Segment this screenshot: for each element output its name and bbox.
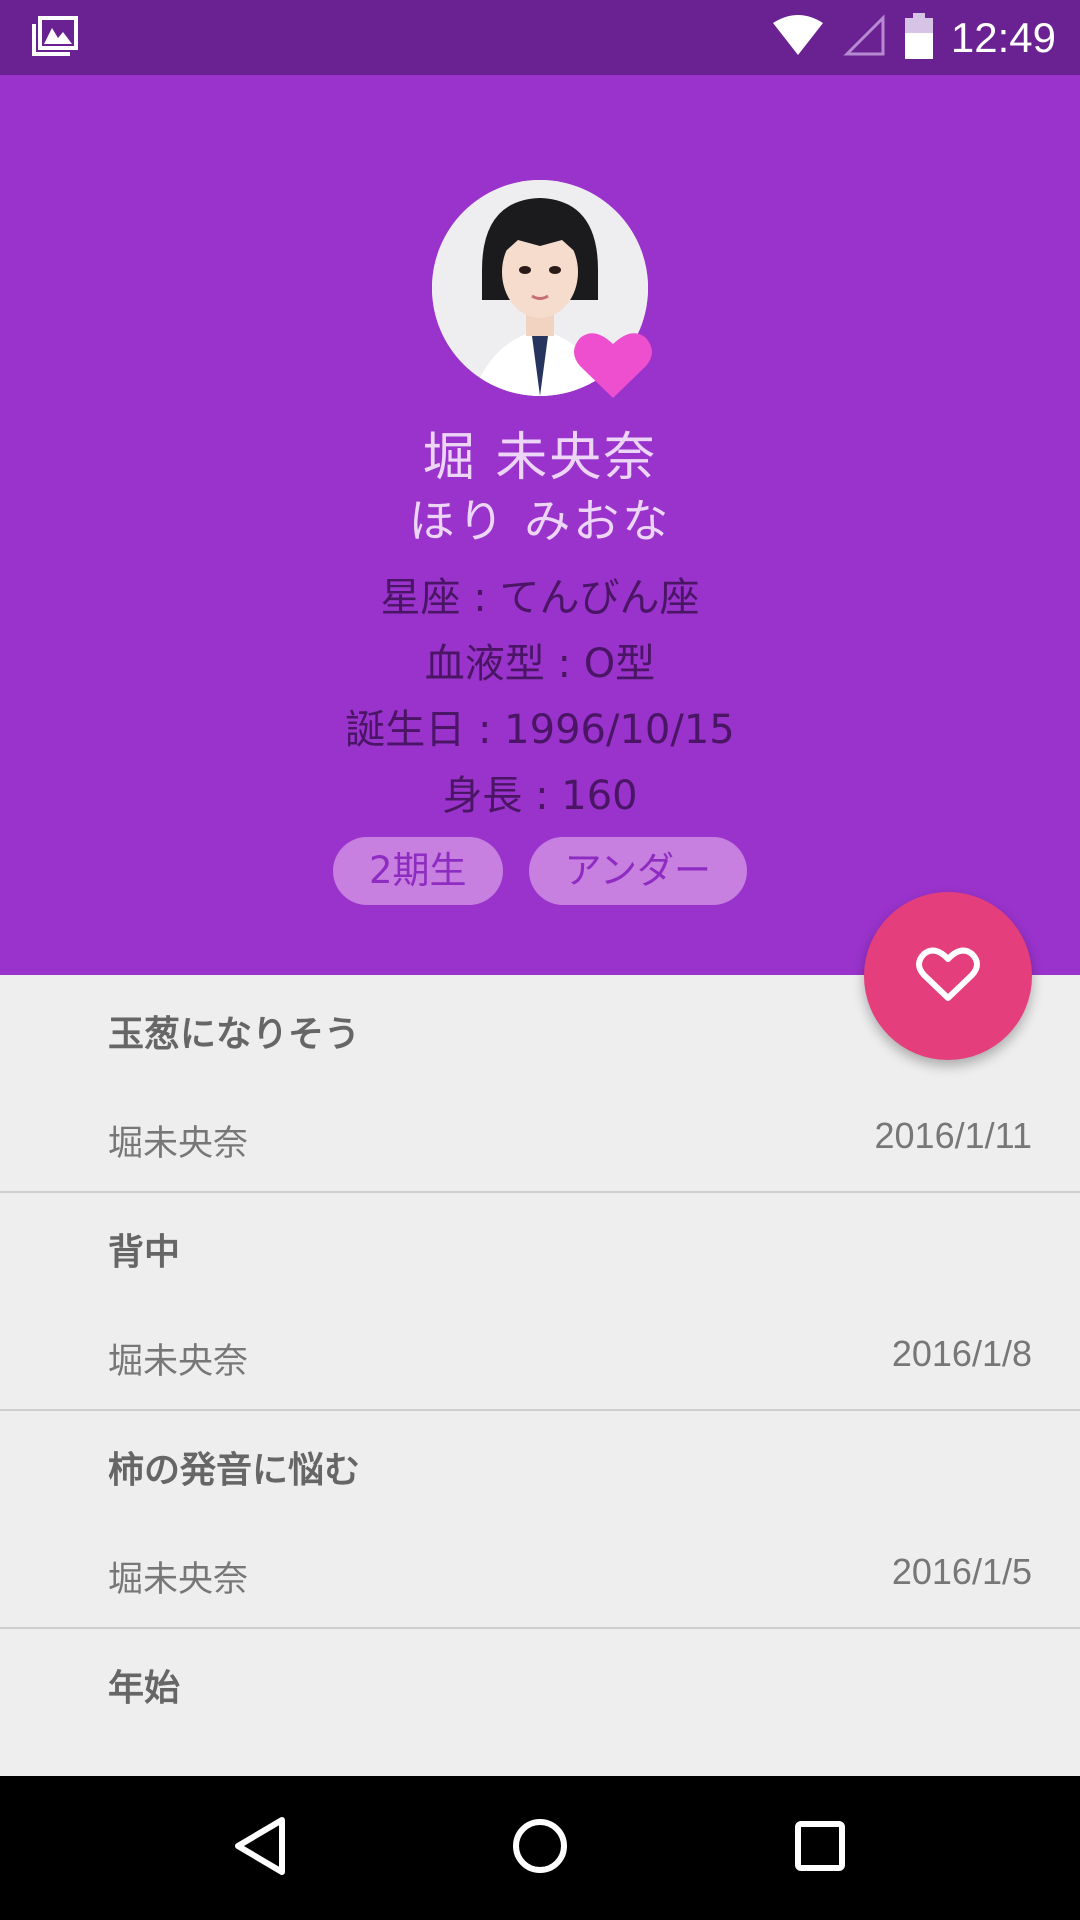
post-date: 2016/1/8	[891, 1333, 1032, 1374]
post-list: 玉葱になりそう 堀未央奈 2016/1/11 背中 堀未央奈 2016/1/8 …	[0, 975, 1080, 1776]
tag-generation[interactable]: 2期生	[332, 837, 503, 905]
list-item[interactable]: 柿の発音に悩む 堀未央奈 2016/1/5	[0, 1411, 1080, 1629]
post-date: 2016/1/5	[891, 1551, 1032, 1592]
profile-header: 堀 未央奈 ほり みおな 星座 : てんびん座 血液型 : O型 誕生日 : 1…	[0, 75, 1080, 975]
blood-type-info: 血液型 : O型	[424, 641, 656, 687]
post-author: 堀未央奈	[108, 1342, 249, 1382]
status-bar: 12:49	[0, 0, 1080, 75]
member-name: 堀 未央奈	[422, 428, 658, 488]
tag-under[interactable]: アンダー	[528, 837, 748, 905]
post-author: 堀未央奈	[108, 1124, 249, 1164]
post-author: 堀未央奈	[108, 1560, 249, 1600]
member-name-kana: ほり みおな	[408, 494, 672, 548]
recents-icon	[794, 1820, 846, 1876]
home-icon	[511, 1817, 569, 1879]
post-title: 年始	[108, 1668, 181, 1709]
wifi-icon	[771, 14, 825, 61]
heart-outline-icon	[916, 946, 980, 1006]
status-time: 12:49	[950, 13, 1056, 61]
favorite-fab-button[interactable]	[864, 892, 1032, 1060]
birthday-info: 誕生日 : 1996/10/15	[345, 707, 735, 753]
post-title: 柿の発音に悩む	[108, 1450, 361, 1491]
recents-button[interactable]	[772, 1800, 868, 1896]
navigation-bar	[0, 1776, 1080, 1920]
screen: 12:49 堀 未央奈 ほり みおな 星座: てんびん座 血液型: O型 誕…	[0, 0, 1080, 1920]
height-info: 身長 : 160	[442, 773, 638, 819]
post-title: 背中	[108, 1232, 181, 1273]
gallery-notification-icon	[32, 15, 78, 60]
zodiac-info: 星座 : てんびん座	[380, 575, 700, 621]
post-date: 2016/1/11	[874, 1115, 1032, 1156]
favorite-heart-icon[interactable]	[572, 328, 654, 400]
list-item[interactable]: 背中 堀未央奈 2016/1/8	[0, 1193, 1080, 1411]
battery-icon	[904, 12, 933, 63]
back-icon	[232, 1816, 288, 1880]
tag-list: 2期生 アンダー	[0, 837, 1080, 905]
home-button[interactable]	[492, 1800, 588, 1896]
avatar-container[interactable]	[432, 180, 652, 398]
back-button[interactable]	[212, 1800, 308, 1896]
post-title: 玉葱になりそう	[108, 1014, 361, 1055]
cell-signal-icon	[843, 13, 887, 62]
list-item[interactable]: 年始	[0, 1629, 1080, 1776]
